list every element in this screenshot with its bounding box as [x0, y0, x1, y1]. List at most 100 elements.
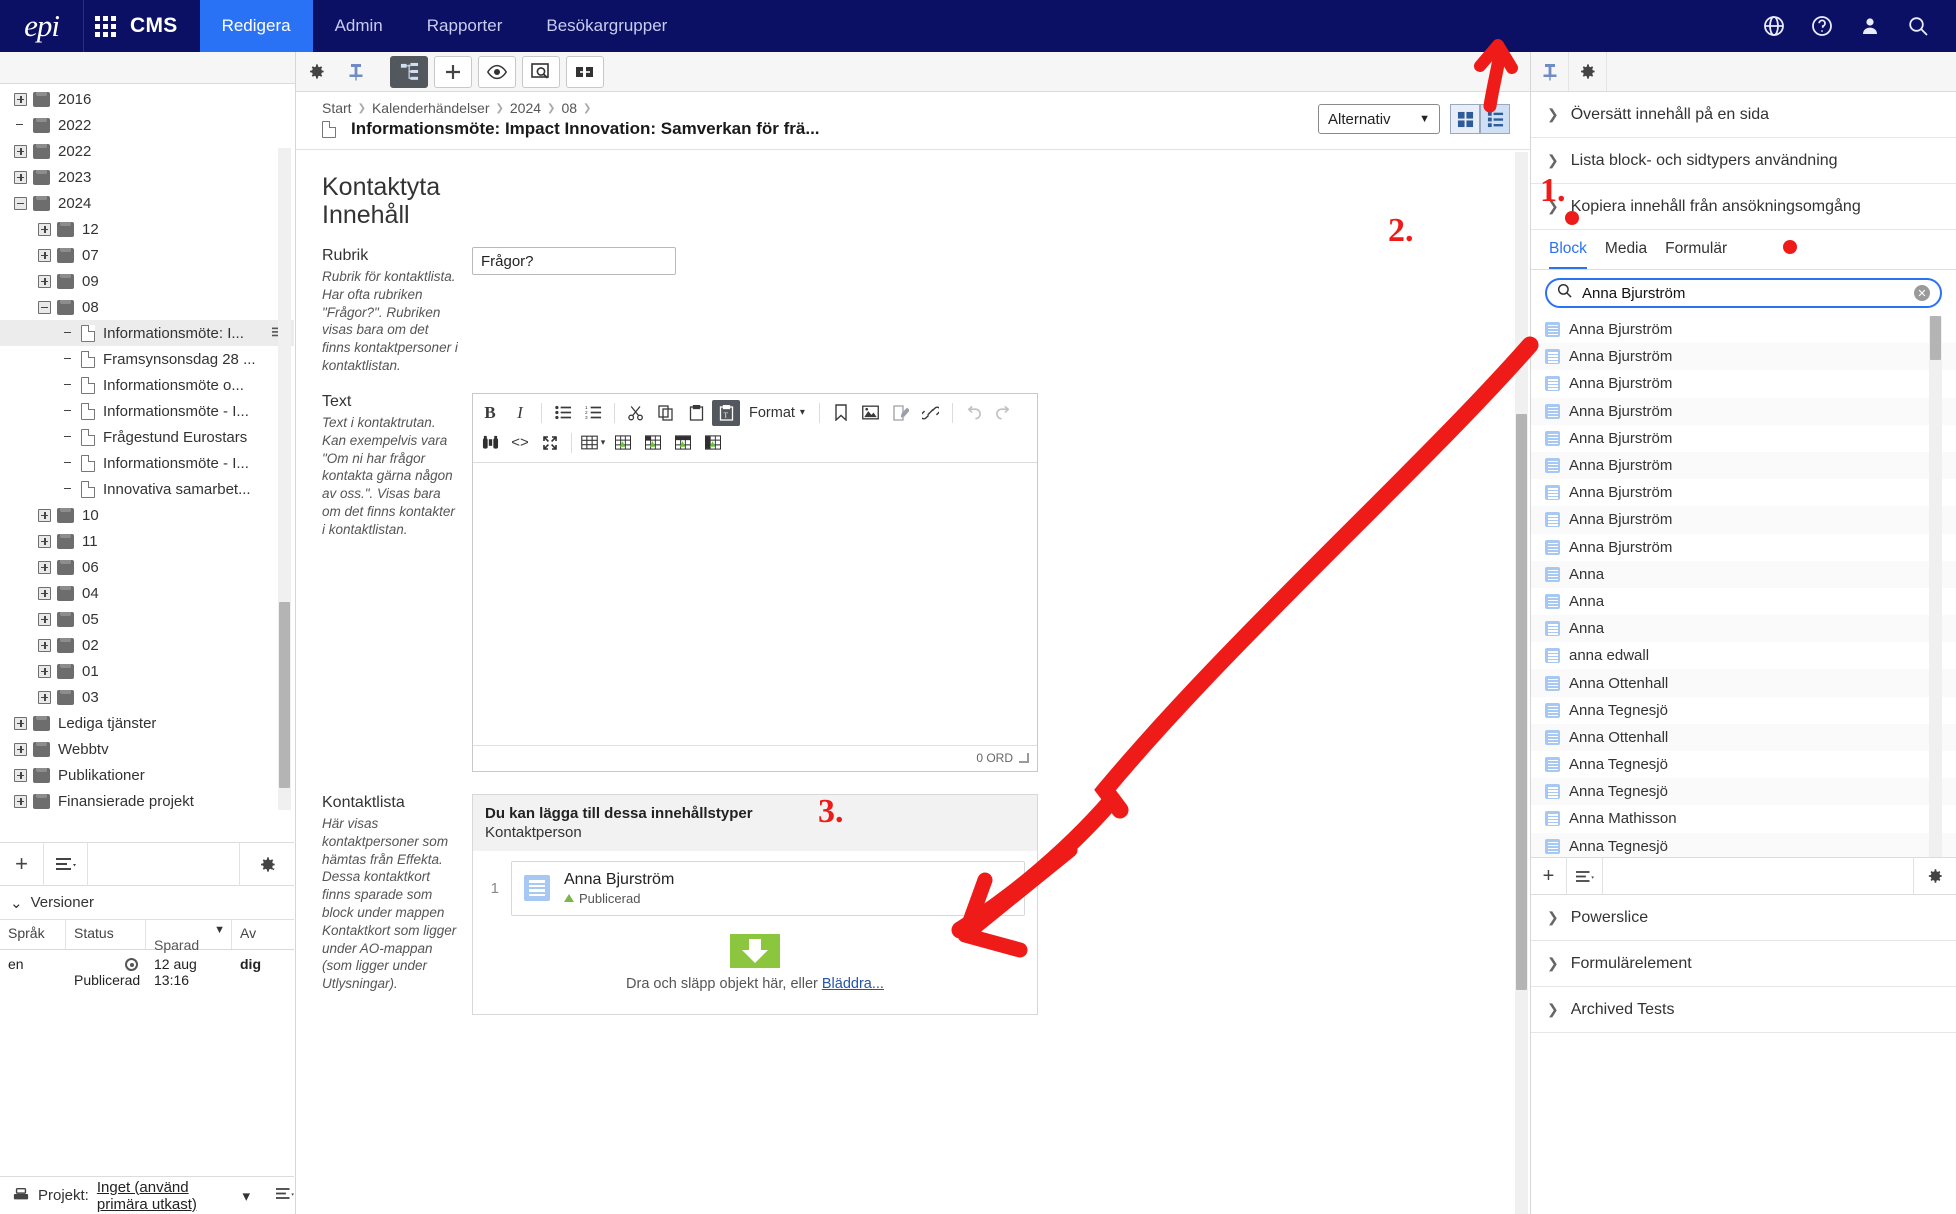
expand-icon[interactable] [38, 613, 51, 626]
rubrik-input[interactable] [472, 247, 676, 275]
accordion-powerslice[interactable]: ❯Powerslice [1531, 895, 1956, 941]
search-result-item[interactable]: Anna Bjurström [1531, 398, 1956, 425]
accordion-lista-block-och-sidtypers-användning[interactable]: ❯Lista block- och sidtypers användning [1531, 138, 1956, 184]
breadcrumb-item[interactable]: Start [322, 100, 352, 116]
nav-tab-redigera[interactable]: Redigera [200, 0, 313, 52]
expand-icon[interactable] [14, 743, 27, 756]
rte-editable-area[interactable] [473, 463, 1037, 745]
tree-folder-node[interactable]: Webbtv [0, 736, 294, 762]
edit-square-icon[interactable] [887, 400, 915, 426]
expand-icon[interactable] [38, 275, 51, 288]
search-result-item[interactable]: Anna Tegnesjö [1531, 751, 1956, 778]
table-row[interactable]: en Publicerad 12 aug 13:16 dig [0, 950, 294, 994]
search-result-item[interactable]: Anna Bjurström [1531, 534, 1956, 561]
expand-icon[interactable] [38, 691, 51, 704]
results-scrollbar[interactable] [1929, 316, 1942, 857]
search-result-item[interactable]: Anna Tegnesjö [1531, 778, 1956, 805]
expand-icon[interactable] [14, 93, 27, 106]
accordion-formulärelement[interactable]: ❯Formulärelement [1531, 941, 1956, 987]
globe-icon[interactable] [1750, 0, 1798, 52]
col-av[interactable]: Av [232, 920, 294, 949]
tree-folder-node[interactable]: Finansierade projekt [0, 788, 294, 814]
tree-folder-node[interactable]: 2023 [0, 164, 294, 190]
redo-icon[interactable] [990, 400, 1018, 426]
versions-header[interactable]: ⌄ Versioner [0, 886, 294, 920]
tree-scrollbar[interactable] [278, 148, 291, 810]
tree-page-node[interactable]: Framsynsonsdag 28 ... [0, 346, 294, 372]
undo-icon[interactable] [960, 400, 988, 426]
tree-folder-node[interactable]: 04 [0, 580, 294, 606]
tab-formular[interactable]: Formulär [1665, 240, 1727, 269]
nav-tab-rapporter[interactable]: Rapporter [405, 0, 525, 52]
tree-folder-node[interactable]: 2016 [0, 86, 294, 112]
expand-icon[interactable] [14, 171, 27, 184]
accordion-kopiera-innehåll-från-ansökningsomgång[interactable]: ❯Kopiera innehåll från ansökningsomgång [1531, 184, 1956, 230]
expand-icon[interactable] [38, 223, 51, 236]
format-dropdown[interactable]: Format ▾ [741, 405, 813, 421]
clear-circle-icon[interactable]: ✕ [1914, 285, 1930, 301]
tab-media[interactable]: Media [1605, 240, 1647, 269]
expand-horizontal-icon[interactable] [566, 56, 604, 88]
col-status[interactable]: Status [66, 920, 146, 949]
search-result-item[interactable]: Anna [1531, 561, 1956, 588]
list-item[interactable]: 1 Anna Bjurström Publicerad [485, 861, 1025, 916]
tree-folder-node[interactable]: 08 [0, 294, 294, 320]
breadcrumb-item[interactable]: Kalenderhändelser [372, 100, 490, 116]
content-scrollbar[interactable] [1515, 152, 1528, 1214]
plus-icon[interactable]: + [0, 843, 44, 886]
tree-folder-node[interactable]: 2024 [0, 190, 294, 216]
options-select[interactable]: Alternativ ▼ [1318, 104, 1440, 134]
tree-folder-node[interactable]: 11 [0, 528, 294, 554]
tree-folder-node[interactable]: 2022 [0, 138, 294, 164]
tree-folder-node[interactable]: 2022 [0, 112, 294, 138]
search-result-item[interactable]: Anna Bjurström [1531, 370, 1956, 397]
bullet-list-icon[interactable] [549, 400, 577, 426]
table-delete-icon[interactable] [669, 430, 697, 456]
list-menu-icon[interactable] [1567, 858, 1603, 895]
search-result-item[interactable]: Anna Bjurström [1531, 343, 1956, 370]
tree-page-node[interactable]: Informationsmöte - I... [0, 450, 294, 476]
search-result-item[interactable]: Anna Bjurström [1531, 479, 1956, 506]
expand-icon[interactable] [38, 665, 51, 678]
tree-folder-node[interactable]: 09 [0, 268, 294, 294]
table-cell-icon[interactable] [639, 430, 667, 456]
expand-icon[interactable] [38, 249, 51, 262]
gear-icon[interactable] [1569, 52, 1607, 91]
search-result-item[interactable]: anna edwall [1531, 642, 1956, 669]
chevron-down-icon[interactable]: ▾ [242, 1187, 250, 1205]
pin-icon[interactable] [1531, 52, 1569, 91]
pin-icon[interactable] [340, 56, 372, 88]
search-result-item[interactable]: Anna [1531, 615, 1956, 642]
apps-grid-icon[interactable] [84, 0, 126, 52]
page-tree[interactable]: 2016202220222023202412070908Informations… [0, 84, 294, 842]
browse-link[interactable]: Bläddra... [822, 976, 884, 992]
expand-icon[interactable] [14, 769, 27, 782]
copy-icon[interactable] [652, 400, 680, 426]
accordion-archived-tests[interactable]: ❯Archived Tests [1531, 987, 1956, 1033]
plus-icon[interactable]: + [1531, 858, 1567, 895]
gear-icon[interactable] [1914, 867, 1956, 885]
nav-tab-besokargrupper[interactable]: Besökargrupper [524, 0, 689, 52]
search-result-item[interactable]: Anna Tegnesjö [1531, 833, 1956, 857]
list-view-button[interactable] [1480, 104, 1510, 134]
accordion-översätt-innehåll-på-en-sida[interactable]: ❯Översätt innehåll på en sida [1531, 92, 1956, 138]
bookmark-icon[interactable] [827, 400, 855, 426]
breadcrumb-item[interactable]: 2024 [510, 100, 541, 116]
search-result-item[interactable]: Anna Bjurström [1531, 316, 1956, 343]
scissors-icon[interactable] [622, 400, 650, 426]
tree-page-node[interactable]: Informationsmöte - I... [0, 398, 294, 424]
search-result-item[interactable]: Anna Bjurström [1531, 425, 1956, 452]
bold-icon[interactable]: B [476, 400, 504, 426]
inspect-magnifier-icon[interactable] [522, 56, 560, 88]
project-value[interactable]: Inget (använd primära utkast) [97, 1179, 235, 1213]
search-result-item[interactable]: Anna Bjurström [1531, 452, 1956, 479]
fullscreen-icon[interactable] [536, 430, 564, 456]
epi-logo[interactable]: epi [0, 0, 84, 52]
help-icon[interactable] [1798, 0, 1846, 52]
breadcrumb-item[interactable]: 08 [561, 100, 577, 116]
expand-icon[interactable] [38, 639, 51, 652]
collapse-icon[interactable] [14, 197, 27, 210]
image-icon[interactable] [857, 400, 885, 426]
gear-icon[interactable] [300, 56, 332, 88]
clipboard-icon[interactable] [682, 400, 710, 426]
